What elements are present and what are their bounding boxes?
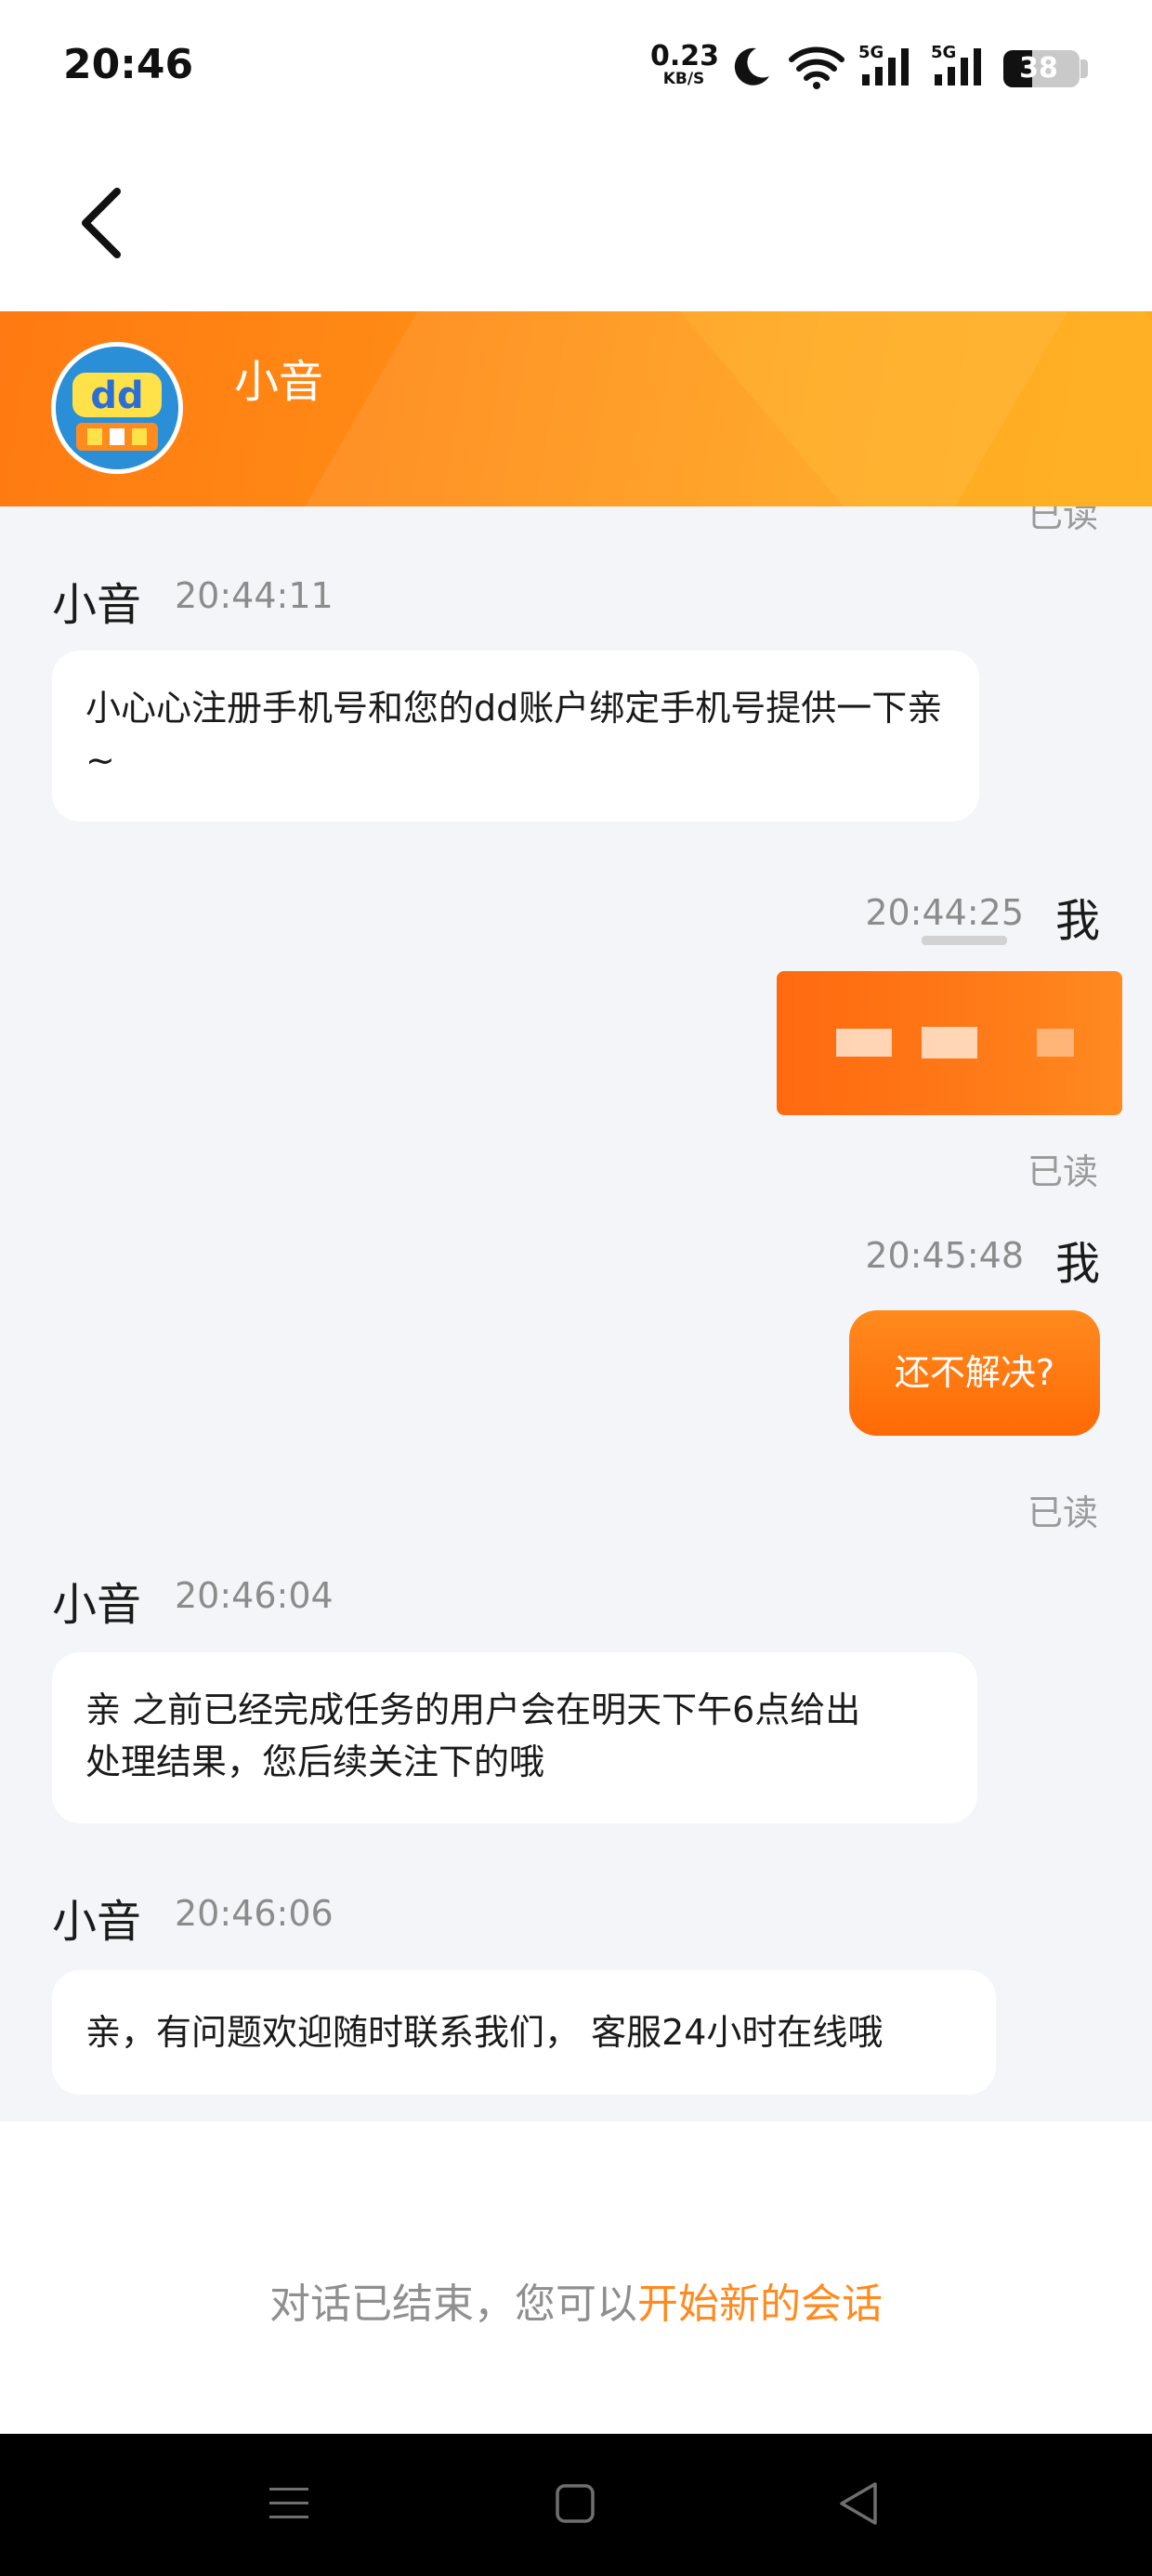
message-text: 小心心注册手机号和您的dd账户绑定手机号提供一下亲~: [85, 688, 943, 781]
message-bubble-outgoing-redacted[interactable]: [777, 971, 1122, 1115]
avatar[interactable]: dd: [51, 342, 183, 474]
message-bubble-incoming[interactable]: 小心心注册手机号和您的dd账户绑定手机号提供一下亲~: [52, 651, 979, 821]
redaction-pixel: [836, 1029, 892, 1057]
message-time: 20:45:48: [865, 1235, 1024, 1276]
status-time: 20:46: [63, 41, 194, 88]
nav-bar: [0, 130, 1152, 311]
sender-name: 我: [1054, 1238, 1100, 1290]
redaction-pixel: [1037, 1029, 1074, 1057]
sender-name: 小音: [52, 1896, 142, 1948]
message-text: 还不解决?: [894, 1352, 1055, 1393]
message-text: 亲，有问题欢迎随时联系我们， 客服24小时在线哦: [85, 2012, 884, 2053]
conversation-ended-text: 对话已结束，您可以开始新的会话: [0, 2270, 1152, 2330]
read-status: 已读: [1027, 1151, 1098, 1192]
system-navigation-bar: [0, 2434, 1152, 2576]
message-text-line: 亲 之前已经完成任务的用户会在明天下午6点给出: [85, 1689, 861, 1730]
back-button[interactable]: [65, 177, 139, 269]
message-time: 20:44:25: [865, 892, 1024, 933]
sender-name: 小音: [52, 1579, 142, 1631]
agent-header: dd 小音: [0, 311, 1152, 506]
agent-name: 小音: [234, 356, 324, 408]
redaction-pixel: [922, 1027, 977, 1058]
cellular-signal-1-icon: 5G: [858, 43, 918, 91]
ended-label: 对话已结束，您可以: [269, 2280, 637, 2328]
chat-area[interactable]: 已读 小音 20:44:11 小心心注册手机号和您的dd账户绑定手机号提供一下亲…: [0, 506, 1152, 2122]
moon-icon: [734, 47, 769, 85]
message-bubble-incoming[interactable]: 亲，有问题欢迎随时联系我们， 客服24小时在线哦: [52, 1970, 996, 2095]
avatar-text: dd: [90, 375, 143, 417]
start-new-session-link[interactable]: 开始新的会话: [637, 2280, 883, 2328]
conversation-ended-footer: 对话已结束，您可以开始新的会话: [0, 2122, 1152, 2434]
sender-name: 小音: [52, 579, 142, 631]
message-bubble-outgoing[interactable]: 还不解决?: [849, 1310, 1100, 1436]
message-time: 20:46:04: [175, 1575, 334, 1616]
wifi-icon: [789, 46, 844, 89]
network-speed-unit: KB/S: [662, 70, 705, 88]
time-underline: [922, 936, 1007, 945]
chevron-left-icon: [82, 188, 121, 258]
battery-level: 38: [1019, 52, 1058, 85]
battery-cap: [1080, 59, 1088, 78]
message-time: 20:44:11: [175, 575, 334, 616]
menu-icon[interactable]: [268, 2482, 310, 2525]
back-triangle-icon[interactable]: [836, 2480, 881, 2527]
read-status: 已读: [1027, 1492, 1098, 1533]
message-text-line: 处理结果，您后续关注下的哦: [85, 1741, 545, 1782]
battery-icon: 38: [1003, 50, 1080, 87]
network-speed-value: 0.23: [650, 40, 720, 72]
network-speed: 0.23 KB/S: [650, 40, 720, 88]
cellular-signal-2-icon: 5G: [931, 43, 990, 91]
status-bar: 20:46 0.23 KB/S 5G 5G 38: [0, 0, 1152, 130]
avatar-logo-icon: dd: [56, 347, 178, 469]
read-status: 已读: [1027, 506, 1098, 535]
sender-name: 我: [1054, 895, 1100, 947]
message-time: 20:46:06: [175, 1893, 334, 1934]
message-bubble-incoming[interactable]: 亲 之前已经完成任务的用户会在明天下午6点给出 处理结果，您后续关注下的哦: [52, 1652, 977, 1823]
home-icon[interactable]: [554, 2482, 596, 2525]
